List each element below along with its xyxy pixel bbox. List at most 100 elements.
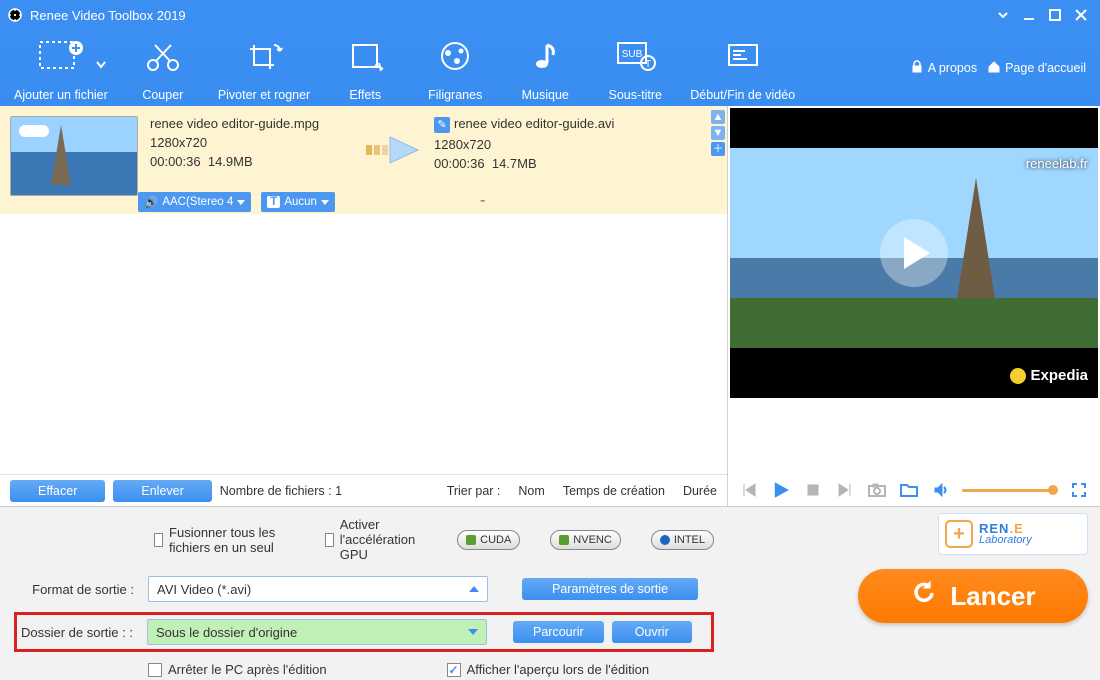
minimize-button[interactable] [1016,5,1042,25]
shutdown-option[interactable]: Arrêter le PC après l'édition [148,662,327,677]
scissors-icon [133,36,193,76]
encoder-nvenc-badge: NVENC [550,530,621,550]
preview-watermark-bottom: Expedia [1010,367,1088,384]
target-row-value: - [480,192,485,210]
rotate-crop-button[interactable]: Pivoter et rogner [208,30,320,106]
checkbox-icon[interactable] [154,533,163,547]
bottom-right-panel: + REN.E Laboratory Lancer [728,507,1100,680]
music-button[interactable]: Musique [500,30,590,106]
stop-button[interactable] [802,479,824,501]
play-overlay-button[interactable] [880,219,948,287]
output-format-dropdown[interactable]: AVI Video (*.avi) [148,576,488,602]
prev-track-button[interactable] [738,479,760,501]
film-add-icon [31,36,91,76]
remove-button[interactable]: Enlever [113,480,211,502]
audio-tag-label: AAC(Stereo 4 [162,196,233,208]
sort-name[interactable]: Nom [518,484,544,498]
refresh-icon [910,579,938,614]
subtitle-prefix: T [267,196,280,208]
checkbox-icon[interactable] [325,533,334,547]
home-icon [987,60,1001,77]
merge-label: Fusionner tous les fichiers en un seul [169,525,295,555]
source-filename: renee video editor-guide.mpg [150,116,350,131]
file-count: Nombre de fichiers : 1 [220,484,342,498]
encoder-intel-badge: INTEL [651,530,714,550]
sort-created[interactable]: Temps de création [563,484,665,498]
next-track-button[interactable] [834,479,856,501]
play-button[interactable] [770,479,792,501]
browse-button[interactable]: Parcourir [513,621,604,643]
about-label: A propos [928,61,977,75]
brand-plus-icon: + [945,520,973,548]
cut-button[interactable]: Couper [118,30,208,106]
open-button[interactable]: Ouvrir [612,621,692,643]
video-preview[interactable]: reneelab.fr Expedia [730,108,1098,398]
item-move-down[interactable]: ▼ [711,126,725,140]
brand-logo: + REN.E Laboratory [938,513,1088,555]
watermark-icon [425,36,485,76]
rotate-crop-label: Pivoter et rogner [218,88,310,102]
volume-button[interactable] [930,479,952,501]
sort-duration[interactable]: Durée [683,484,717,498]
gpu-accel-option[interactable]: Activer l'accélération GPU [325,517,427,562]
output-settings-button[interactable]: Paramètres de sortie [522,578,698,600]
close-button[interactable] [1068,5,1094,25]
output-folder-dropdown[interactable]: Sous le dossier d'origine [147,619,487,645]
queue-item[interactable]: ▲ ▼ ＋ renee video editor-guide.mpg 1280x… [0,106,727,214]
watermark-button[interactable]: Filigranes [410,30,500,106]
svg-text:SUB: SUB [622,49,643,60]
format-value: AVI Video (*.avi) [157,582,251,597]
app-title: Renee Video Toolbox 2019 [30,8,990,23]
effects-button[interactable]: Effets [320,30,410,106]
shutdown-label: Arrêter le PC après l'édition [168,662,327,677]
audio-tag-dropdown[interactable]: 🔊 AAC(Stereo 4 [138,192,251,212]
preview-after-option[interactable]: Afficher l'aperçu lors de l'édition [447,662,650,677]
dropdown-icon[interactable] [990,5,1016,25]
output-folder-highlight: Dossier de sortie : : Sous le dossier d'… [14,612,714,652]
source-resolution: 1280x720 [150,135,350,150]
item-target-info: ✎renee video editor-guide.avi 1280x720 0… [434,116,654,175]
target-filename: renee video editor-guide.avi [454,116,614,131]
main-toolbar: Ajouter un fichier Couper Pivoter et rog… [0,30,1100,106]
gpu-label: Activer l'accélération GPU [340,517,427,562]
maximize-button[interactable] [1042,5,1068,25]
folder-label: Dossier de sortie : : [21,625,139,640]
folder-value: Sous le dossier d'origine [156,625,297,640]
about-link[interactable]: A propos [910,60,977,77]
open-folder-button[interactable] [898,479,920,501]
add-file-label: Ajouter un fichier [14,88,108,102]
clear-button[interactable]: Effacer [10,480,105,502]
target-duration: 00:00:36 [434,156,485,171]
main-area: ▲ ▼ ＋ renee video editor-guide.mpg 1280x… [0,106,1100,506]
volume-slider[interactable] [962,489,1058,492]
fullscreen-button[interactable] [1068,479,1090,501]
checkbox-checked-icon[interactable] [447,663,461,677]
launch-button[interactable]: Lancer [858,569,1088,623]
sort-label: Trier par : [447,484,501,498]
subtitle-tag-dropdown[interactable]: T Aucun [261,192,335,212]
watermark-label: Filigranes [428,88,482,102]
homepage-link[interactable]: Page d'accueil [987,60,1086,77]
play-icon [904,237,930,269]
subtitle-button[interactable]: SUBT Sous-titre [590,30,680,106]
effects-label: Effets [349,88,381,102]
encoder-cuda-badge: CUDA [457,530,520,550]
start-end-button[interactable]: Début/Fin de vidéo [680,30,805,106]
item-thumbnail [10,116,138,196]
item-add[interactable]: ＋ [711,142,725,156]
source-duration: 00:00:36 [150,154,201,169]
item-move-up[interactable]: ▲ [711,110,725,124]
snapshot-button[interactable] [866,479,888,501]
chevron-up-icon [469,586,479,592]
subtitle-label: Sous-titre [608,88,662,102]
format-label: Format de sortie : [14,582,140,597]
checkbox-icon[interactable] [148,663,162,677]
chevron-down-icon [468,629,478,635]
queue-pane: ▲ ▼ ＋ renee video editor-guide.mpg 1280x… [0,106,728,506]
merge-files-option[interactable]: Fusionner tous les fichiers en un seul [154,525,295,555]
target-resolution: 1280x720 [434,137,654,152]
output-options: Fusionner tous les fichiers en un seul A… [0,507,728,680]
add-file-button[interactable]: Ajouter un fichier [4,30,118,106]
app-logo-icon [6,6,24,24]
crop-rotate-icon [234,36,294,76]
